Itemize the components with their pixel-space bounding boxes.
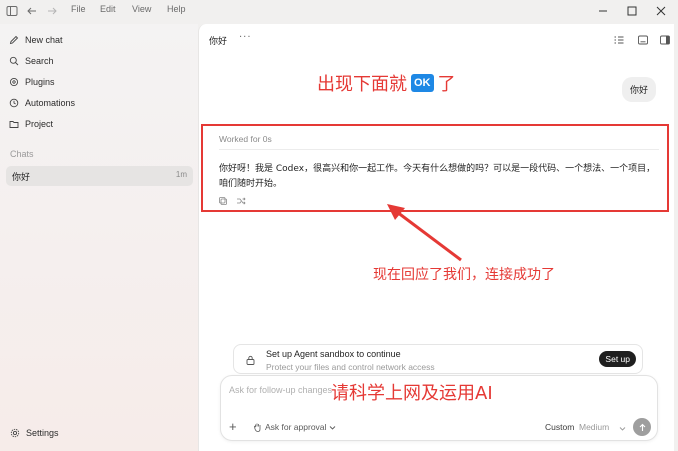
title-bar: File Edit View Help — [0, 0, 678, 24]
sidebar-item-label: New chat — [25, 35, 63, 45]
user-message-bubble: 你好 — [621, 77, 656, 102]
sandbox-title: Set up Agent sandbox to continue — [266, 349, 401, 359]
minimize-icon[interactable] — [597, 5, 609, 17]
main-panel: 你好 ··· 出现下面就 OK 了 你好 Worked for 0s 你好呀！我… — [198, 24, 674, 451]
chat-list-item[interactable]: 你好 1m — [6, 166, 193, 186]
send-button[interactable] — [633, 418, 651, 436]
side-panel-icon[interactable] — [659, 34, 671, 46]
settings-button[interactable]: Settings — [10, 428, 59, 438]
annotation-headline-suffix: 了 — [437, 74, 456, 95]
add-attachment-button[interactable]: + — [229, 419, 237, 434]
maximize-icon[interactable] — [626, 5, 638, 17]
gear-icon — [10, 428, 20, 438]
menu-help[interactable]: Help — [167, 4, 186, 14]
sidebar-item-plugins[interactable]: Plugins — [9, 73, 55, 91]
chevron-down-icon — [330, 425, 336, 430]
forward-arrow-icon[interactable] — [46, 5, 58, 17]
approval-dropdown[interactable]: Ask for approval — [253, 422, 336, 432]
page-title: 你好 — [209, 37, 228, 47]
menu-view[interactable]: View — [132, 4, 151, 14]
annotation-arrow — [387, 204, 462, 262]
close-icon[interactable] — [655, 5, 667, 17]
assistant-reply: 你好呀！我是 Codex，很高兴和你一起工作。今天有什么想做的吗？可以是一段代码… — [219, 164, 656, 189]
clock-icon — [9, 98, 19, 108]
reasoning-selector[interactable]: Medium — [579, 422, 609, 432]
mode-selector[interactable]: Custom — [545, 422, 574, 432]
chat-time: 1m — [175, 170, 187, 179]
sandbox-banner: Set up Agent sandbox to continue Protect… — [233, 344, 643, 374]
menu-edit[interactable]: Edit — [100, 4, 116, 14]
annotation-arrow-text: 现在回应了我们，连接成功了 — [373, 267, 555, 283]
back-arrow-icon[interactable] — [26, 5, 38, 17]
copy-icon[interactable] — [218, 196, 228, 206]
approval-label: Ask for approval — [265, 422, 327, 432]
sidebar-item-automations[interactable]: Automations — [9, 94, 75, 112]
sidebar-item-search[interactable]: Search — [9, 52, 54, 70]
lock-icon — [246, 355, 255, 365]
annotation-composer-text: 请科学上网及运用AI — [331, 383, 493, 404]
sandbox-subtitle: Protect your files and control network a… — [266, 362, 435, 372]
sidebar-item-label: Plugins — [25, 77, 55, 87]
sidebar-item-project[interactable]: Project — [9, 115, 53, 133]
follow-up-input[interactable]: Ask for follow-up changes — [229, 385, 332, 395]
settings-label: Settings — [26, 428, 59, 438]
more-options-icon[interactable]: ··· — [239, 32, 252, 43]
worked-duration-label[interactable]: Worked for 0s — [219, 134, 272, 144]
sidebar: New chat Search Plugins Automations Proj… — [0, 24, 198, 451]
terminal-panel-icon[interactable] — [637, 34, 649, 46]
sidebar-item-label: Automations — [25, 98, 76, 108]
folder-icon — [9, 121, 19, 128]
chevron-down-icon[interactable] — [619, 425, 626, 432]
annotation-headline: 出现下面就 OK 了 — [317, 70, 456, 96]
composer: Ask for follow-up changes 请科学上网及运用AI + A… — [220, 375, 658, 441]
arrow-up-icon — [639, 423, 645, 431]
ok-badge: OK — [411, 74, 434, 92]
chats-section-label: Chats — [10, 149, 34, 159]
search-icon — [9, 56, 19, 66]
edit-icon — [9, 35, 19, 45]
hand-icon — [253, 423, 261, 432]
setup-button[interactable]: Set up — [599, 351, 636, 367]
sidebar-item-label: Project — [25, 119, 54, 129]
sidebar-item-new-chat[interactable]: New chat — [9, 31, 63, 49]
menu-file[interactable]: File — [71, 4, 86, 14]
divider — [219, 149, 659, 150]
sidebar-toggle-icon[interactable] — [6, 5, 18, 17]
sidebar-item-label: Search — [25, 56, 54, 66]
chat-title: 你好 — [12, 173, 31, 183]
list-view-icon[interactable] — [613, 34, 625, 46]
fork-icon[interactable] — [236, 196, 246, 206]
annotation-headline-prefix: 出现下面就 — [317, 74, 407, 95]
plugins-icon — [9, 77, 19, 87]
